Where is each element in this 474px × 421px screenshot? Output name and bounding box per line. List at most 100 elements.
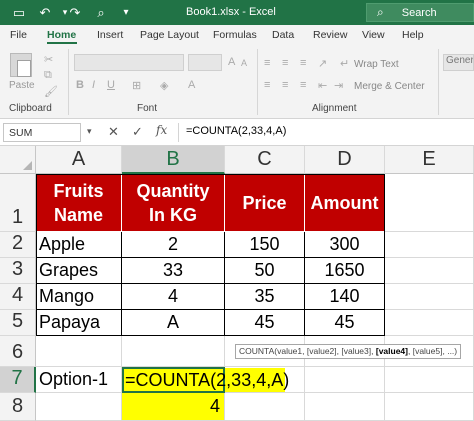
cell-b6[interactable] [122,336,225,367]
customize-toolbar-icon[interactable]: ▾ [117,4,135,21]
bold-icon[interactable]: B [76,79,84,91]
column-header-a[interactable]: A [36,146,122,174]
cell-e5[interactable] [385,310,474,336]
merge-center-button[interactable]: Merge & Center [354,81,425,92]
enter-icon[interactable]: ✓ [132,124,143,140]
bottom-align-icon[interactable]: ≡ [300,57,306,69]
wrap-text-button[interactable]: Wrap Text [354,59,399,70]
table-cell[interactable]: 150 [225,232,305,258]
font-color-icon[interactable]: A [188,79,195,91]
cancel-icon[interactable]: ✕ [108,124,119,140]
table-cell[interactable]: 45 [225,310,305,336]
cell-e1[interactable] [385,174,474,232]
column-header-c[interactable]: C [225,146,305,174]
table-cell[interactable]: 1650 [305,258,385,284]
cell-a6[interactable] [36,336,122,367]
name-box-dropdown-icon[interactable]: ▾ [87,126,92,137]
column-header-b[interactable]: B [122,146,225,174]
row-header-8[interactable]: 8 [0,393,36,421]
header-cell-fruits-name[interactable]: Fruits Name [36,174,122,232]
table-cell[interactable]: 300 [305,232,385,258]
table-cell[interactable]: Apple [36,232,122,258]
number-format-select[interactable]: General [443,54,474,71]
insert-function-icon[interactable]: fx [156,123,167,137]
search-icon[interactable]: ⌕ [92,4,110,21]
tab-file[interactable]: File [10,29,27,41]
top-align-icon[interactable]: ≡ [264,57,270,69]
column-header-d[interactable]: D [305,146,385,174]
fill-color-icon[interactable]: ◈ [160,79,168,92]
cell-d7[interactable] [305,367,385,393]
result-cell[interactable]: 4 [122,393,225,421]
redo-icon[interactable]: ↷ [66,4,84,21]
tooltip-current-arg[interactable]: [value4] [376,346,408,356]
font-size-select[interactable] [188,54,222,71]
tab-data[interactable]: Data [272,29,294,41]
table-cell[interactable]: 50 [225,258,305,284]
name-box[interactable]: SUM [3,123,81,142]
cell-c8[interactable] [225,393,305,421]
formula-input[interactable]: =COUNTA(2,33,4,A) [186,125,286,137]
cell-d8[interactable] [305,393,385,421]
table-cell[interactable]: 2 [122,232,225,258]
row-header-2[interactable]: 2 [0,232,36,258]
header-cell-price[interactable]: Price [225,174,305,232]
paste-label[interactable]: Paste [9,80,35,91]
cell-e8[interactable] [385,393,474,421]
cell-e4[interactable] [385,284,474,310]
search-box[interactable]: ⌕ Search [366,3,474,22]
row-header-5[interactable]: 5 [0,310,36,336]
align-right-icon[interactable]: ≡ [300,79,306,91]
header-cell-amount[interactable]: Amount [305,174,385,232]
autosave-icon[interactable]: ▭ [10,4,28,21]
wrap-text-icon[interactable]: ↵ [340,57,349,70]
tab-page-layout[interactable]: Page Layout [140,29,199,41]
font-name-select[interactable] [74,54,184,71]
cell-e7[interactable] [385,367,474,393]
cell-e3[interactable] [385,258,474,284]
table-cell[interactable]: 33 [122,258,225,284]
row-header-4[interactable]: 4 [0,284,36,310]
paste-icon[interactable] [10,53,32,77]
table-cell[interactable]: 4 [122,284,225,310]
middle-align-icon[interactable]: ≡ [282,57,288,69]
cut-icon[interactable]: ✂ [44,53,53,66]
orientation-icon[interactable]: ↗ [318,57,327,70]
table-cell[interactable]: 45 [305,310,385,336]
align-left-icon[interactable]: ≡ [264,79,270,91]
decrease-indent-icon[interactable]: ⇤ [318,79,327,92]
cell-a8[interactable] [36,393,122,421]
column-header-e[interactable]: E [385,146,474,174]
italic-icon[interactable]: I [92,79,95,91]
borders-icon[interactable]: ⊞ [132,79,141,92]
tab-insert[interactable]: Insert [97,29,123,41]
tab-formulas[interactable]: Formulas [213,29,257,41]
table-cell[interactable]: Grapes [36,258,122,284]
cell-e2[interactable] [385,232,474,258]
tab-home[interactable]: Home [47,29,76,41]
tab-view[interactable]: View [362,29,385,41]
increase-font-icon[interactable]: A [228,56,235,68]
table-cell[interactable]: 140 [305,284,385,310]
row-header-1[interactable]: 1 [0,174,36,232]
format-painter-icon[interactable]: 🖌 [44,85,58,98]
row-header-6[interactable]: 6 [0,336,36,367]
tab-help[interactable]: Help [402,29,424,41]
table-cell[interactable]: A [122,310,225,336]
row-header-3[interactable]: 3 [0,258,36,284]
decrease-font-icon[interactable]: A [241,58,247,68]
align-center-icon[interactable]: ≡ [282,79,288,91]
table-cell[interactable]: Mango [36,284,122,310]
increase-indent-icon[interactable]: ⇥ [334,79,343,92]
option-label-cell[interactable]: Option-1 [36,367,122,393]
row-header-7[interactable]: 7 [0,367,36,393]
table-cell[interactable]: 35 [225,284,305,310]
header-cell-quantity[interactable]: Quantity In KG [122,174,225,232]
copy-icon[interactable]: ⧉ [44,69,52,82]
table-cell[interactable]: Papaya [36,310,122,336]
tab-review[interactable]: Review [313,29,347,41]
select-all-button[interactable] [0,146,36,174]
cell-edit-formula[interactable]: =COUNTA(2,33,4,A) [125,368,289,392]
underline-icon[interactable]: U [107,79,115,91]
undo-icon[interactable]: ↶ [36,4,54,21]
